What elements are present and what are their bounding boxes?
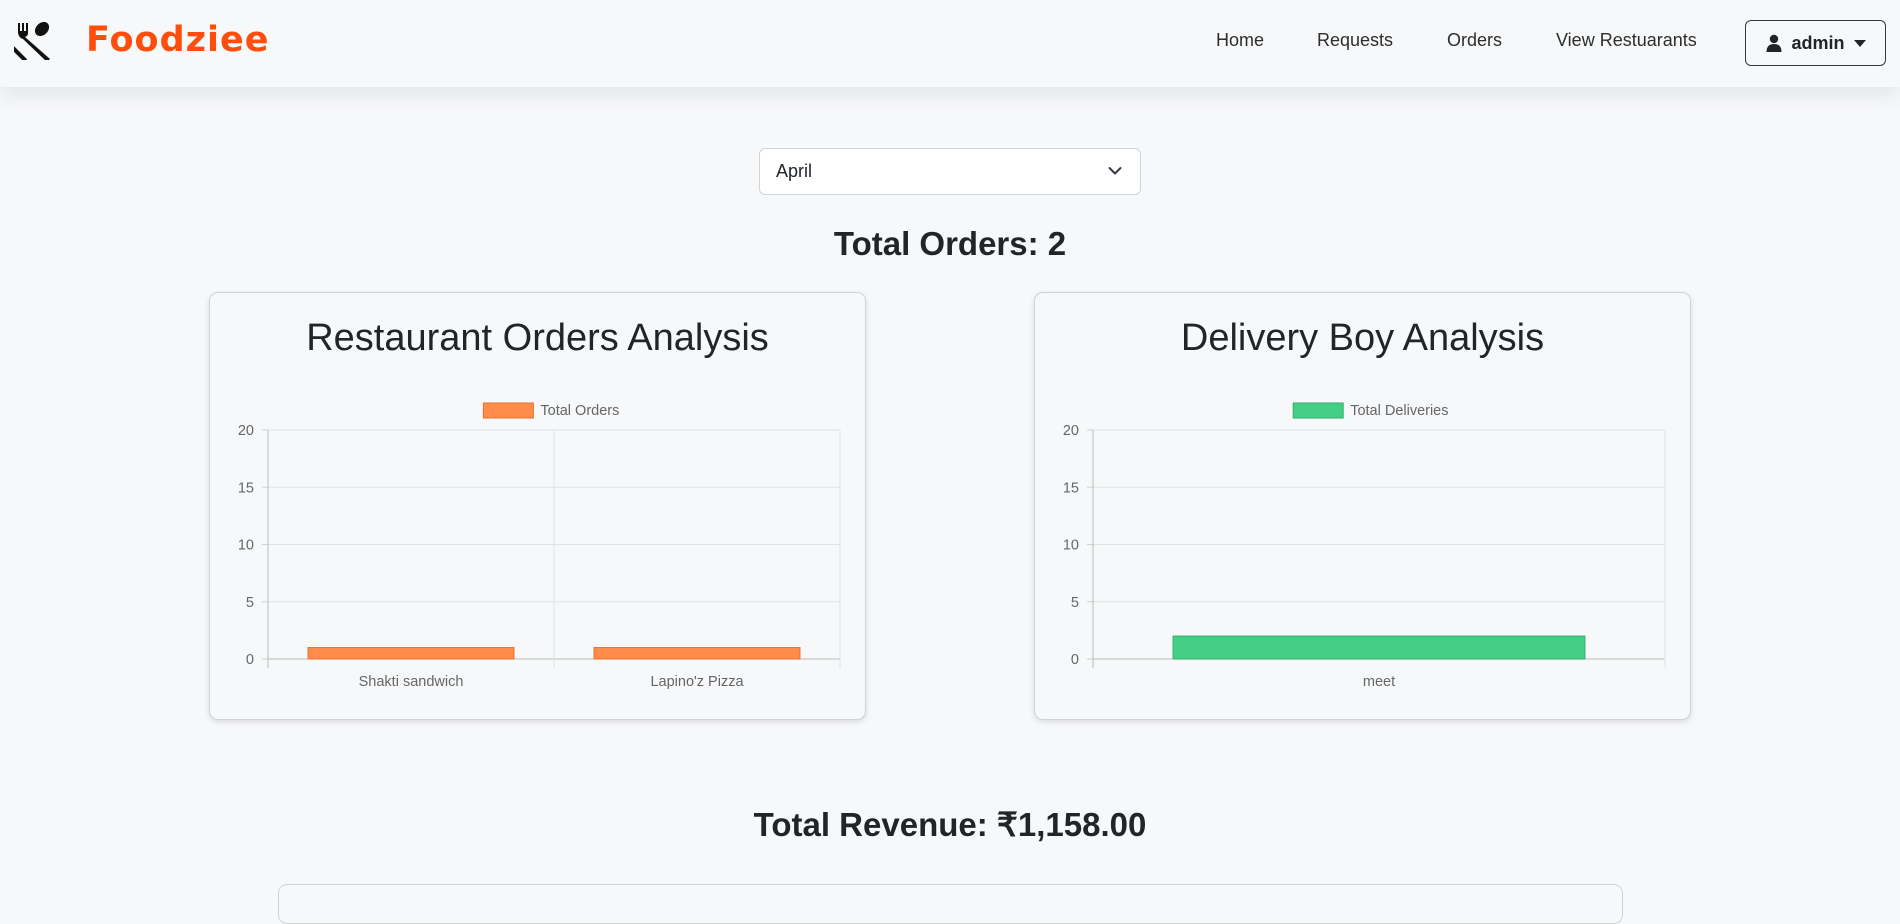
caret-down-icon bbox=[1853, 39, 1866, 47]
restaurant-orders-chart: Total Orders 0 5 10 15 20 Shakti sandwich Lapin… bbox=[238, 402, 841, 690]
y-tick-label: 20 bbox=[238, 423, 254, 439]
bar bbox=[593, 647, 801, 660]
user-icon bbox=[1766, 34, 1782, 52]
y-tick-label: 10 bbox=[238, 538, 254, 554]
y-tick-label: 15 bbox=[1063, 480, 1079, 496]
navbar: Foodziee Home Requests Orders View Restu… bbox=[0, 0, 1900, 87]
y-tick-label: 15 bbox=[238, 480, 254, 496]
x-tick-label: Lapino'z Pizza bbox=[650, 674, 744, 690]
delivery-boy-chart: Total Deliveries 0 5 10 15 20 meet bbox=[1063, 402, 1666, 690]
user-menu-label: admin bbox=[1791, 32, 1845, 53]
bar bbox=[307, 647, 515, 660]
legend-swatch bbox=[482, 402, 534, 419]
y-tick-label: 5 bbox=[1071, 595, 1079, 611]
y-tick-label: 20 bbox=[1063, 423, 1079, 439]
month-select[interactable]: April bbox=[759, 148, 1141, 195]
nav-view-restaurants[interactable]: View Restuarants bbox=[1556, 30, 1697, 51]
x-tick-label: Shakti sandwich bbox=[359, 674, 464, 690]
revenue-card bbox=[278, 884, 1623, 924]
x-tick-label: meet bbox=[1363, 674, 1395, 690]
y-tick-label: 0 bbox=[1071, 652, 1079, 668]
fork-spoon-icon bbox=[14, 21, 50, 60]
user-menu-button[interactable]: admin bbox=[1745, 20, 1886, 66]
legend-swatch bbox=[1292, 402, 1344, 419]
brand-name: Foodziee bbox=[86, 20, 270, 60]
total-orders-heading: Total Orders: 2 bbox=[833, 225, 1067, 262]
month-select-value: April bbox=[776, 161, 813, 181]
y-tick-label: 5 bbox=[246, 595, 254, 611]
nav-requests[interactable]: Requests bbox=[1317, 30, 1393, 51]
bar bbox=[1172, 635, 1586, 660]
legend-label: Total Deliveries bbox=[1350, 403, 1448, 419]
nav-home[interactable]: Home bbox=[1216, 30, 1264, 51]
delivery-boy-card: Delivery Boy Analysis Total Deliveries 0 5… bbox=[1034, 292, 1691, 720]
y-tick-label: 10 bbox=[1063, 538, 1079, 554]
chevron-down-icon bbox=[1108, 167, 1122, 175]
legend-label: Total Orders bbox=[540, 403, 619, 419]
restaurant-orders-card: Restaurant Orders Analysis Total Orders 0… bbox=[209, 292, 866, 720]
nav-orders[interactable]: Orders bbox=[1447, 30, 1502, 51]
brand[interactable]: Foodziee bbox=[14, 20, 269, 60]
y-tick-label: 0 bbox=[246, 652, 254, 668]
total-revenue-heading: Total Revenue: ₹1,158.00 bbox=[753, 806, 1147, 843]
